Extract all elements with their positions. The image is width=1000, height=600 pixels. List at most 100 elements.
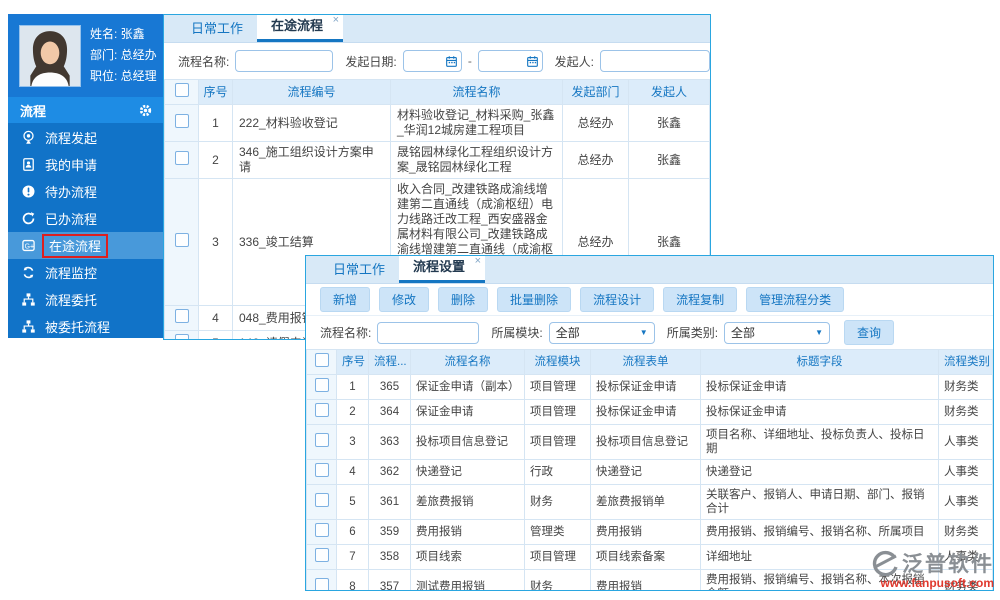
cell-process-code: 222_材料验收登记 bbox=[232, 104, 391, 142]
add-button[interactable]: 新增 bbox=[320, 287, 371, 312]
cell-process-form: 费用报销 bbox=[590, 569, 701, 590]
cell-process-name: 快递登记 bbox=[410, 459, 525, 485]
chevron-down-icon: ▼ bbox=[815, 328, 824, 337]
tab-process-settings[interactable]: 流程设置 × bbox=[399, 256, 486, 283]
broadcast-icon bbox=[23, 130, 34, 144]
row-checkbox[interactable] bbox=[314, 403, 329, 417]
row-checkbox-cell[interactable] bbox=[306, 399, 337, 425]
row-checkbox[interactable] bbox=[314, 433, 329, 447]
table-row[interactable]: 4 362 快递登记 行政 快递登记 快递登记 人事类 bbox=[306, 459, 993, 485]
tab-in-transit-process[interactable]: 在途流程 × bbox=[257, 15, 344, 42]
start-date-label: 发起日期: bbox=[345, 54, 397, 69]
sidebar-item-completed-processes[interactable]: 已办流程 bbox=[8, 205, 163, 232]
row-checkbox-cell[interactable] bbox=[306, 484, 337, 520]
table-row[interactable]: 3 363 投标项目信息登记 项目管理 投标项目信息登记 项目名称、详细地址、投… bbox=[306, 424, 993, 460]
table-row[interactable]: 1 222_材料验收登记 材料验收登记_材料采购_张鑫_华润12城房建工程项目 … bbox=[164, 104, 710, 142]
table-row[interactable]: 2 346_施工组织设计方案申请 晟铭园林绿化工程组织设计方案_晟铭园林绿化工程… bbox=[164, 141, 710, 179]
row-checkbox[interactable] bbox=[314, 463, 329, 477]
row-checkbox-cell[interactable] bbox=[164, 178, 199, 306]
close-icon[interactable]: × bbox=[475, 256, 481, 267]
process-name-label: 流程名称: bbox=[320, 326, 372, 340]
sidebar-item-label: 已办流程 bbox=[45, 212, 98, 227]
row-checkbox[interactable] bbox=[314, 493, 329, 507]
cell-process-category: 人事类 bbox=[938, 484, 993, 520]
select-all-checkbox[interactable] bbox=[314, 353, 329, 367]
process-design-button[interactable]: 流程设计 bbox=[580, 287, 655, 312]
cell-process-code: 365 bbox=[368, 374, 411, 400]
date-to-input[interactable] bbox=[477, 50, 543, 72]
sidebar-item-process-start[interactable]: 流程发起 bbox=[8, 124, 163, 151]
category-select[interactable]: 全部 ▼ bbox=[724, 321, 831, 344]
select-all-cell[interactable] bbox=[164, 79, 199, 105]
cell-process-form: 投标保证金申请 bbox=[590, 374, 701, 400]
tab-daily-work[interactable]: 日常工作 bbox=[177, 16, 257, 42]
row-checkbox[interactable] bbox=[314, 378, 329, 392]
row-checkbox[interactable] bbox=[174, 233, 189, 247]
sidebar-item-process-monitor[interactable]: 流程监控 bbox=[8, 259, 163, 286]
process-copy-button[interactable]: 流程复制 bbox=[663, 287, 738, 312]
cell-title-fields: 投标保证金申请 bbox=[700, 374, 939, 400]
cell-process-form: 投标保证金申请 bbox=[590, 399, 701, 425]
row-checkbox[interactable] bbox=[314, 523, 329, 537]
select-all-cell[interactable] bbox=[306, 349, 337, 375]
cell-process-module: 管理类 bbox=[524, 519, 591, 545]
row-checkbox[interactable] bbox=[314, 548, 329, 562]
row-checkbox-cell[interactable] bbox=[306, 519, 337, 545]
row-checkbox-cell[interactable] bbox=[164, 104, 199, 142]
row-checkbox-cell[interactable] bbox=[164, 330, 199, 339]
date-from-input[interactable] bbox=[402, 50, 462, 72]
row-checkbox-cell[interactable] bbox=[306, 459, 337, 485]
sidebar-item-delegated-processes[interactable]: 被委托流程 bbox=[8, 313, 163, 338]
batch-delete-button[interactable]: 批量删除 bbox=[497, 287, 572, 312]
edit-button[interactable]: 修改 bbox=[379, 287, 430, 312]
row-checkbox-cell[interactable] bbox=[306, 424, 337, 460]
cell-seq: 2 bbox=[198, 141, 233, 179]
table-row[interactable]: 6 359 费用报销 管理类 费用报销 费用报销、报销编号、报销名称、所属项目 … bbox=[306, 519, 993, 545]
sidebar-item-my-applications[interactable]: 我的申请 bbox=[8, 151, 163, 178]
chevron-down-icon: ▼ bbox=[639, 328, 648, 337]
select-all-checkbox[interactable] bbox=[174, 83, 189, 97]
cell-seq: 1 bbox=[198, 104, 233, 142]
row-checkbox[interactable] bbox=[314, 578, 329, 590]
manage-process-category-button[interactable]: 管理流程分类 bbox=[746, 287, 845, 312]
tab-daily-work[interactable]: 日常工作 bbox=[319, 257, 399, 283]
calendar-icon[interactable] bbox=[526, 55, 539, 68]
cell-seq: 4 bbox=[336, 459, 369, 485]
row-checkbox-cell[interactable] bbox=[306, 544, 337, 570]
row-checkbox-cell[interactable] bbox=[306, 569, 337, 590]
refresh-icon bbox=[23, 266, 34, 279]
row-checkbox-cell[interactable] bbox=[164, 141, 199, 179]
cell-process-code: 359 bbox=[368, 519, 411, 545]
search-button[interactable]: 查询 bbox=[844, 320, 895, 345]
sidebar-item-process-delegation[interactable]: 流程委托 bbox=[8, 286, 163, 313]
row-checkbox-cell[interactable] bbox=[306, 374, 337, 400]
cell-process-code: 361 bbox=[368, 484, 411, 520]
calendar-icon[interactable] bbox=[445, 55, 458, 68]
table-row[interactable]: 2 364 保证金申请 项目管理 投标保证金申请 投标保证金申请 财务类 bbox=[306, 399, 993, 425]
cell-process-code: 358 bbox=[368, 544, 411, 570]
row-checkbox[interactable] bbox=[174, 334, 189, 339]
table-row[interactable]: 5 361 差旅费报销 财务 差旅费报销单 关联客户、报销人、申请日期、部门、报… bbox=[306, 484, 993, 520]
cell-process-category: 人事类 bbox=[938, 424, 993, 460]
sidebar-item-in-transit-processes[interactable]: G+ 在途流程 bbox=[8, 232, 163, 259]
watermark-url: www.fanpusoft.com bbox=[880, 576, 994, 590]
table-row[interactable]: 1 365 保证金申请（副本） 项目管理 投标保证金申请 投标保证金申请 财务类 bbox=[306, 374, 993, 400]
gear-icon[interactable] bbox=[138, 103, 153, 118]
row-checkbox-cell[interactable] bbox=[164, 305, 199, 331]
module-select[interactable]: 全部 ▼ bbox=[548, 321, 655, 344]
profile-position: 职位: 总经理 bbox=[90, 69, 157, 83]
delete-button[interactable]: 删除 bbox=[438, 287, 489, 312]
process-name-input[interactable] bbox=[377, 321, 480, 344]
cell-title-fields: 费用报销、报销编号、报销名称、所属项目 bbox=[700, 519, 939, 545]
col-header-initiator: 发起人 bbox=[628, 79, 710, 105]
close-icon[interactable]: × bbox=[333, 15, 339, 26]
sidebar-item-pending-processes[interactable]: 待办流程 bbox=[8, 178, 163, 205]
process-name-input[interactable] bbox=[235, 50, 334, 72]
row-checkbox[interactable] bbox=[174, 309, 189, 323]
tab-bar: 日常工作 流程设置 × bbox=[306, 256, 993, 284]
filter-bar: 流程名称: 所属模块: 全部 ▼ 所属类别: 全部 ▼ 查询 bbox=[306, 316, 993, 349]
id-card-icon bbox=[23, 158, 34, 171]
initiator-input[interactable] bbox=[600, 50, 710, 72]
row-checkbox[interactable] bbox=[174, 151, 189, 165]
row-checkbox[interactable] bbox=[174, 114, 189, 128]
